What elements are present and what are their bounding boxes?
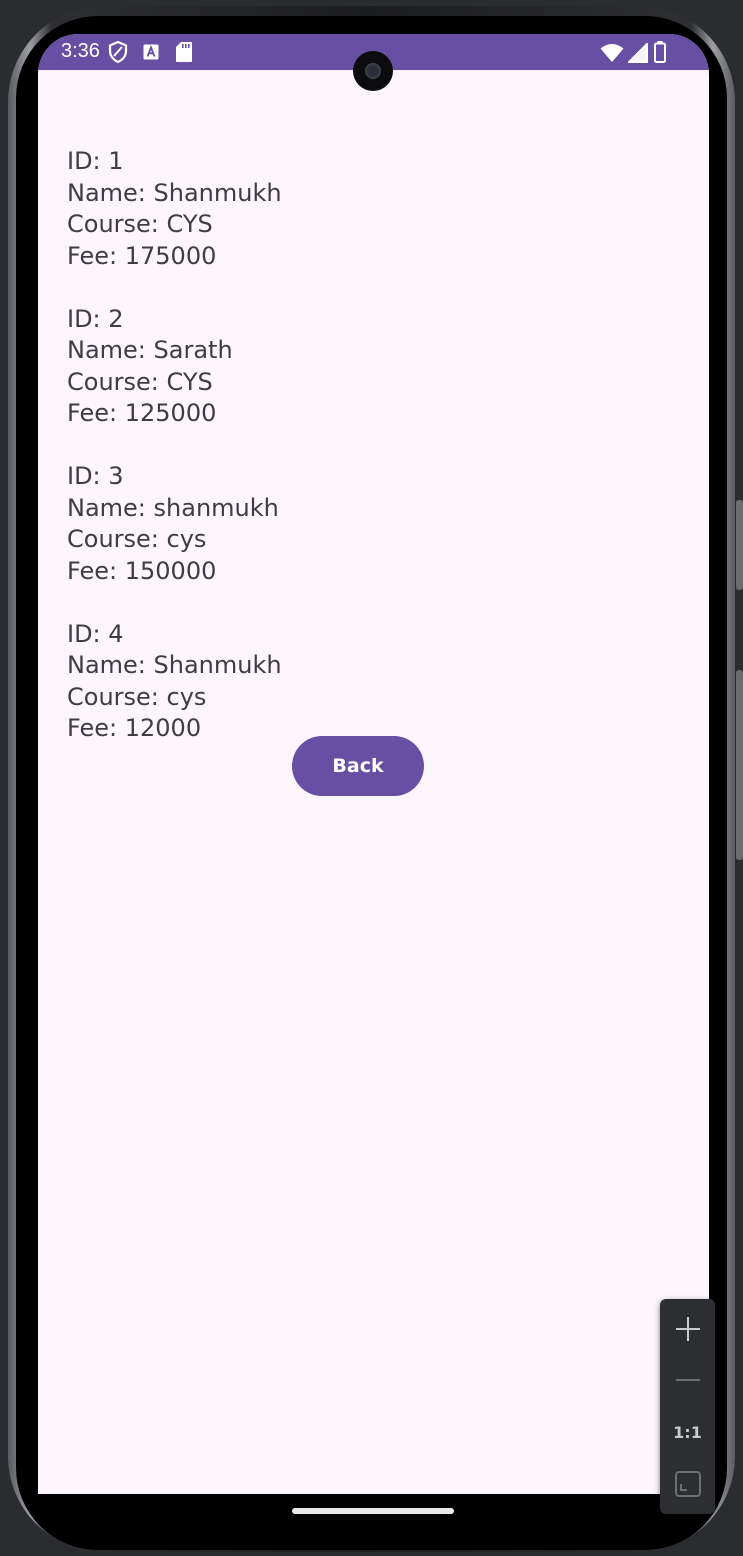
front-camera: [353, 51, 393, 91]
volume-button: [736, 670, 743, 860]
record-id: ID: 4: [67, 619, 124, 648]
record-id: ID: 1: [67, 147, 124, 175]
actual-size-button[interactable]: 1:1: [660, 1407, 715, 1457]
fit-screen-button[interactable]: [660, 1459, 715, 1509]
record-course: Course: CYS: [67, 367, 213, 396]
emulator-zoom-panel: 1:1: [660, 1299, 715, 1514]
a-box-icon: [143, 44, 159, 65]
signal-icon: [626, 41, 648, 68]
student-record: ID: 3 Name: shanmukh Course: cys Fee: 15…: [67, 461, 667, 587]
record-fee: Fee: 150000: [67, 556, 217, 585]
status-time: 3:36: [61, 40, 100, 62]
battery-icon: [654, 41, 666, 68]
student-record: ID: 2 Name: Sarath Course: CYS Fee: 1250…: [67, 304, 667, 430]
record-name: Name: Shanmukh: [67, 651, 282, 679]
back-button[interactable]: Back: [292, 736, 424, 796]
home-indicator[interactable]: [292, 1508, 454, 1514]
student-records-list: ID: 1 Name: Shanmukh Course: CYS Fee: 17…: [67, 146, 667, 745]
record-name: Name: shanmukh: [67, 493, 279, 522]
record-fee: Fee: 175000: [67, 241, 217, 270]
record-course: Course: cys: [67, 525, 207, 553]
shield-icon: [108, 40, 128, 68]
student-record: ID: 1 Name: Shanmukh Course: CYS Fee: 17…: [67, 146, 667, 272]
fit-screen-icon: [674, 1471, 701, 1497]
actual-size-label: 1:1: [673, 1422, 702, 1442]
app-screen: 3:36 ID: 1 Name: Shanmukh Course: CYS Fe…: [38, 34, 709, 1494]
record-name: Name: Shanmukh: [67, 178, 282, 207]
record-id: ID: 2: [67, 304, 124, 333]
minus-icon: [675, 1379, 700, 1381]
plus-icon: [675, 1317, 700, 1341]
zoom-in-button[interactable]: [660, 1304, 715, 1354]
record-course: Course: CYS: [67, 210, 213, 238]
record-id: ID: 3: [67, 462, 124, 490]
record-fee: Fee: 125000: [67, 399, 217, 427]
sd-card-icon: [176, 42, 192, 67]
zoom-out-button[interactable]: [660, 1355, 715, 1405]
record-name: Name: Sarath: [67, 336, 233, 364]
student-record: ID: 4 Name: Shanmukh Course: cys Fee: 12…: [67, 619, 667, 745]
camera-lens: [365, 63, 381, 79]
wifi-icon: [600, 43, 624, 68]
record-course: Course: cys: [67, 682, 207, 711]
power-button: [736, 500, 743, 590]
